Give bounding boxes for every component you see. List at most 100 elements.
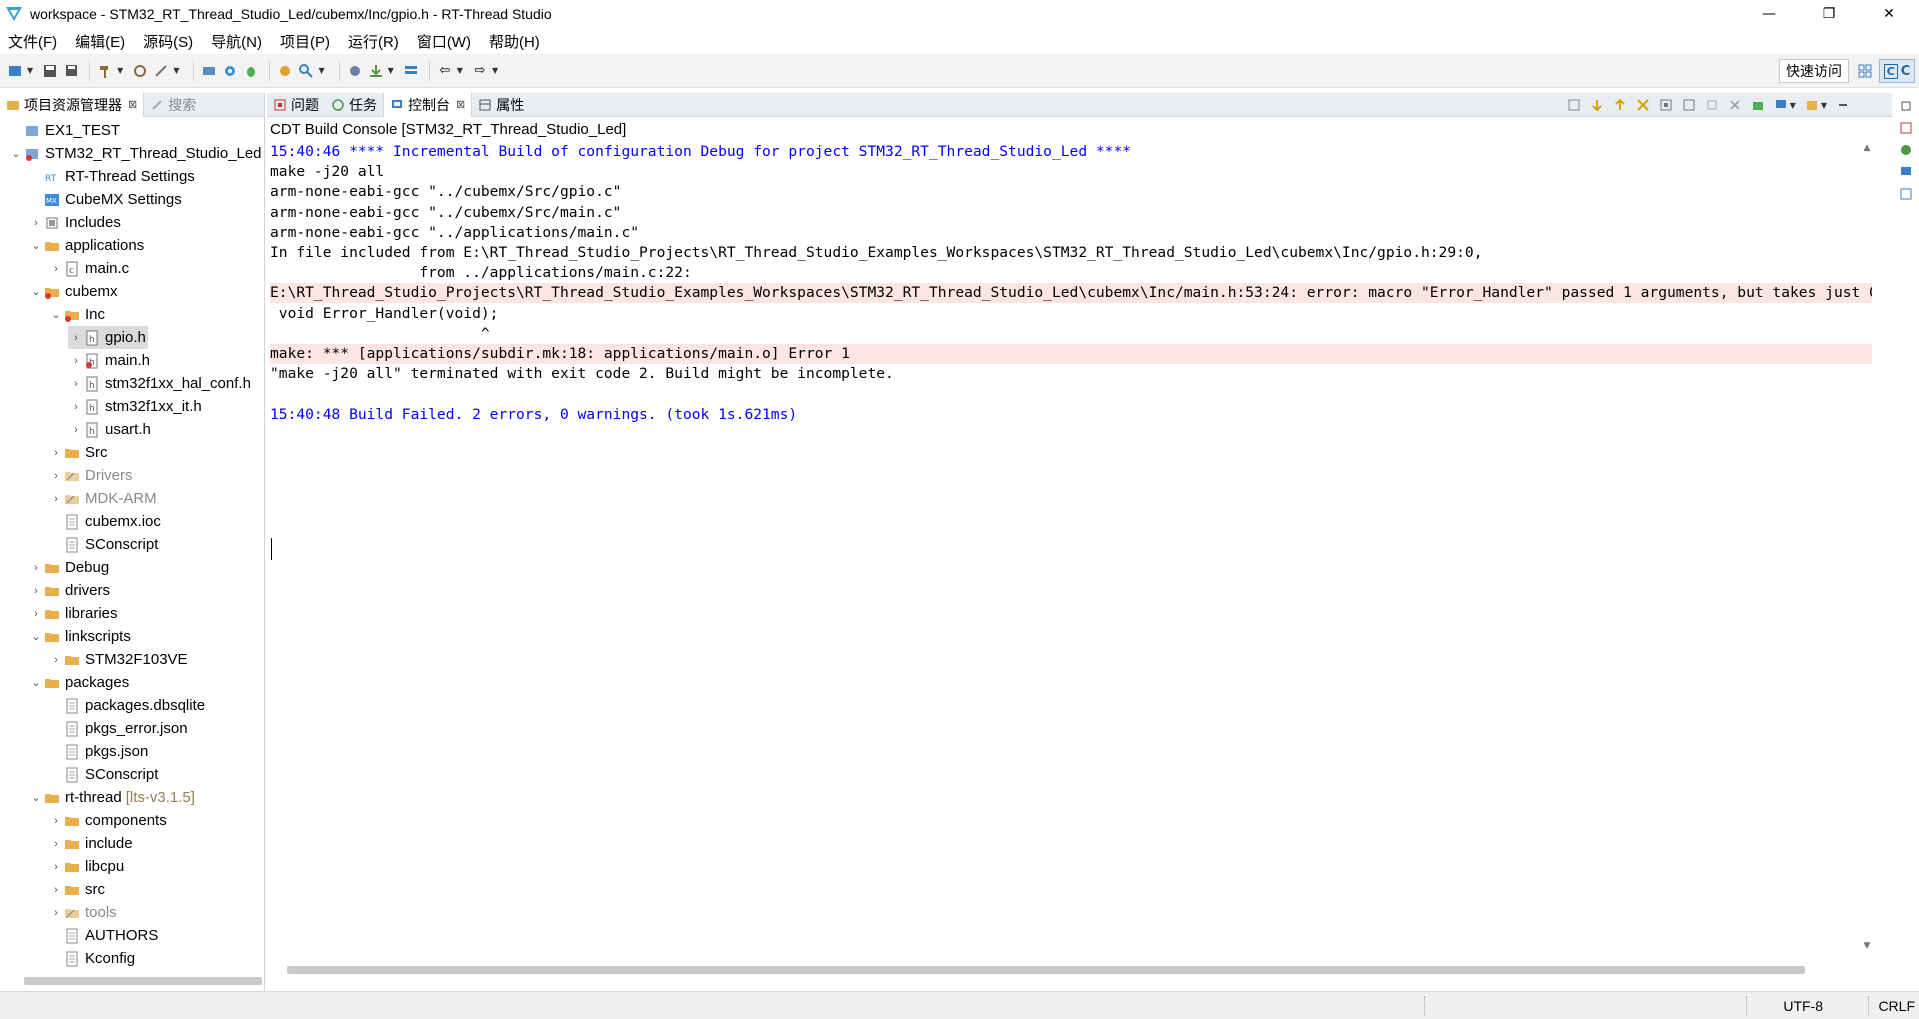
chevron-right-icon[interactable]: › — [48, 493, 64, 505]
chevron-down-icon[interactable]: ⌄ — [28, 676, 44, 689]
tree-item[interactable]: ⌄ applications — [28, 234, 144, 257]
chevron-right-icon[interactable]: › — [28, 608, 44, 620]
tree-item[interactable]: RT RT-Thread Settings — [28, 165, 195, 188]
tree-item[interactable]: ⌄ linkscripts — [28, 625, 130, 648]
build-dropdown-icon[interactable]: ▼ — [117, 66, 123, 75]
chevron-down-icon[interactable]: ⌄ — [28, 791, 44, 804]
chevron-right-icon[interactable]: › — [48, 447, 64, 459]
tree-item[interactable]: › h usart.h — [68, 418, 151, 441]
chevron-down-icon[interactable]: ⌄ — [48, 308, 64, 321]
debug-bug-icon[interactable] — [242, 62, 260, 80]
tree-item[interactable]: EX1_TEST — [8, 119, 120, 142]
tree-item[interactable]: ⌄ cubemx — [28, 280, 117, 303]
next-error-icon[interactable] — [1588, 96, 1606, 114]
open-type-icon[interactable] — [276, 62, 294, 80]
back-arrow-icon[interactable]: ⇦ — [436, 62, 454, 80]
console-vertical-scrollbar[interactable]: ▲ ▼ — [1860, 143, 1874, 955]
chevron-right-icon[interactable]: › — [28, 217, 44, 229]
chevron-right-icon[interactable]: › — [68, 355, 84, 367]
chevron-right-icon[interactable]: › — [48, 907, 64, 919]
chevron-right-icon[interactable]: › — [48, 815, 64, 827]
forward-dropdown-icon[interactable]: ▼ — [492, 66, 498, 75]
new-dropdown-icon[interactable]: ▼ — [27, 66, 33, 75]
search-dropdown-icon[interactable]: ▼ — [318, 66, 324, 75]
tree-item[interactable]: ⌄ STM32_RT_Thread_Studio_Led — [8, 142, 261, 165]
tree-item[interactable]: › MDK-ARM — [48, 487, 157, 510]
menu-navigate[interactable]: 导航(N) — [211, 31, 262, 52]
chevron-right-icon[interactable]: › — [68, 401, 84, 413]
line-ending-status[interactable]: CRLF — [1878, 998, 1915, 1014]
tree-item[interactable]: ⌄ packages — [28, 671, 129, 694]
menu-project[interactable]: 项目(P) — [280, 31, 330, 52]
chevron-right-icon[interactable]: › — [68, 332, 84, 344]
tree-item[interactable]: pkgs_error.json — [48, 717, 188, 740]
close-tab-icon[interactable]: ⊠ — [456, 98, 465, 111]
scroll-lock-icon[interactable] — [1657, 96, 1675, 114]
chevron-down-icon[interactable]: ⌄ — [28, 239, 44, 252]
properties-view-icon[interactable] — [1897, 185, 1915, 203]
tree-item[interactable]: › drivers — [28, 579, 110, 602]
tree-item[interactable]: › c main.c — [48, 257, 129, 280]
tree-item[interactable]: › h stm32f1xx_it.h — [68, 395, 202, 418]
download-icon[interactable] — [200, 62, 218, 80]
import-icon[interactable] — [367, 62, 385, 80]
chevron-right-icon[interactable]: › — [68, 378, 84, 390]
tree-item[interactable]: packages.dbsqlite — [48, 694, 205, 717]
rebuild-icon[interactable] — [131, 62, 149, 80]
settings-gear-icon[interactable] — [221, 62, 239, 80]
console-tab[interactable]: 控制台 ⊠ — [383, 92, 473, 117]
scroll-down-icon[interactable]: ▼ — [1860, 941, 1874, 955]
tree-item[interactable]: MX CubeMX Settings — [28, 188, 182, 211]
tree-item[interactable]: › libraries — [28, 602, 117, 625]
tree-item[interactable]: pkgs.json — [48, 740, 148, 763]
import-dropdown-icon[interactable]: ▼ — [388, 66, 394, 75]
display-console-dropdown-icon[interactable]: ▼ — [1790, 101, 1796, 110]
open-console-icon[interactable] — [1803, 96, 1821, 114]
chevron-right-icon[interactable]: › — [48, 884, 64, 896]
word-wrap-icon[interactable] — [1680, 96, 1698, 114]
tree-item[interactable]: SConscript — [48, 763, 158, 786]
menu-run[interactable]: 运行(R) — [348, 31, 399, 52]
tree-item[interactable]: Kconfig — [48, 947, 135, 967]
remove-launch-icon[interactable] — [1726, 96, 1744, 114]
left-horizontal-scrollbar[interactable] — [24, 977, 262, 985]
chevron-down-icon[interactable]: ⌄ — [28, 630, 44, 643]
menu-window[interactable]: 窗口(W) — [417, 31, 471, 52]
chevron-right-icon[interactable]: › — [68, 424, 84, 436]
chevron-right-icon[interactable]: › — [48, 263, 64, 275]
tree-item[interactable]: › STM32F103VE — [48, 648, 187, 671]
chevron-down-icon[interactable]: ⌄ — [28, 285, 44, 298]
tree-item[interactable]: ⌄ Inc — [48, 303, 105, 326]
console-output[interactable]: 15:40:46 **** Incremental Build of confi… — [267, 142, 1872, 962]
layers-icon[interactable] — [402, 62, 420, 80]
console-tab[interactable]: 属性 — [472, 93, 530, 117]
menu-file[interactable]: 文件(F) — [8, 31, 57, 52]
tree-item[interactable]: › tools — [48, 901, 117, 924]
show-error-in-editor-icon[interactable] — [1634, 96, 1652, 114]
minimize-view-icon[interactable] — [1834, 96, 1852, 114]
menu-source[interactable]: 源码(S) — [143, 31, 193, 52]
minimize-button[interactable]: — — [1739, 0, 1799, 28]
build-targets-icon[interactable] — [1897, 141, 1915, 159]
forward-arrow-icon[interactable]: ⇨ — [471, 62, 489, 80]
clear-console-icon[interactable] — [1565, 96, 1583, 114]
clean-dropdown-icon[interactable]: ▼ — [173, 66, 179, 75]
back-dropdown-icon[interactable]: ▼ — [457, 66, 463, 75]
pin-console-icon[interactable] — [1749, 96, 1767, 114]
menu-help[interactable]: 帮助(H) — [489, 31, 540, 52]
tree-item[interactable]: › Src — [48, 441, 107, 464]
tree-item[interactable]: cubemx.ioc — [48, 510, 161, 533]
quick-access-field[interactable]: 快速访问 — [1779, 59, 1849, 83]
tree-item[interactable]: AUTHORS — [48, 924, 158, 947]
console-view-icon[interactable] — [1897, 163, 1915, 181]
close-button[interactable]: ✕ — [1859, 0, 1919, 28]
chevron-right-icon[interactable]: › — [28, 562, 44, 574]
tab-search[interactable]: 搜索 — [144, 93, 202, 117]
chevron-right-icon[interactable]: › — [28, 585, 44, 597]
copy-icon[interactable] — [1703, 96, 1721, 114]
previous-error-icon[interactable] — [1611, 96, 1629, 114]
scroll-up-icon[interactable]: ▲ — [1860, 143, 1874, 157]
open-console-dropdown-icon[interactable]: ▼ — [1821, 101, 1827, 110]
tree-item[interactable]: › components — [48, 809, 167, 832]
chevron-right-icon[interactable]: › — [48, 654, 64, 666]
